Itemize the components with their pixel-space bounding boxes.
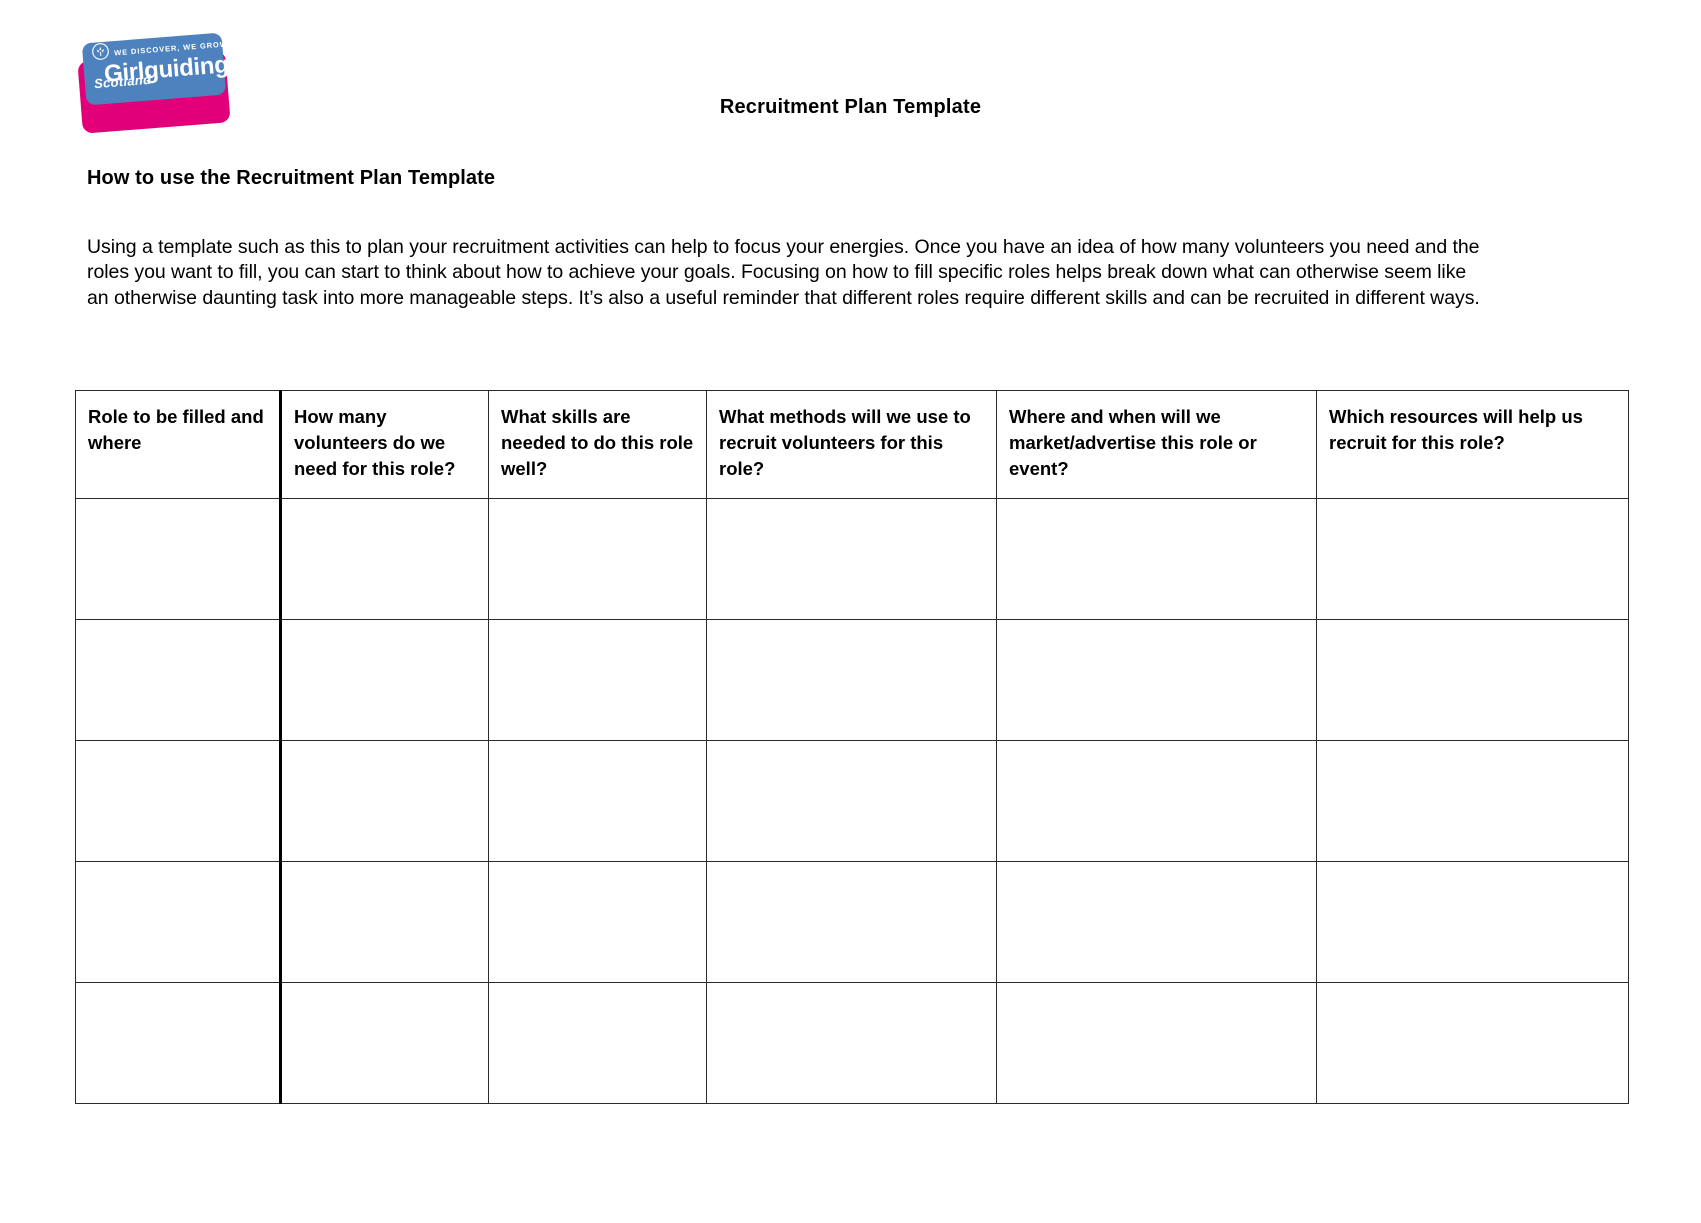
table-cell[interactable]: [280, 861, 489, 983]
table-cell[interactable]: [1316, 982, 1629, 1104]
page-title: Recruitment Plan Template: [719, 96, 982, 118]
table-cell[interactable]: [488, 740, 707, 862]
table-cell[interactable]: [488, 619, 707, 741]
table-row: [75, 619, 1629, 741]
column-header-methods: What methods will we use to recruit volu…: [706, 390, 997, 499]
table-body: [75, 498, 1629, 1104]
table-cell[interactable]: [75, 619, 282, 741]
table-cell[interactable]: [280, 619, 489, 741]
table-row: [75, 861, 1629, 983]
table-cell[interactable]: [280, 740, 489, 862]
trefoil-icon: [92, 43, 109, 60]
table-cell[interactable]: [1316, 740, 1629, 862]
table-cell[interactable]: [1316, 498, 1629, 620]
column-header-role: Role to be filled and where: [75, 390, 282, 499]
table-cell[interactable]: [1316, 619, 1629, 741]
table-cell[interactable]: [488, 861, 707, 983]
table-row: [75, 740, 1629, 862]
table-row: [75, 498, 1629, 620]
table-cell[interactable]: [280, 498, 489, 620]
recruitment-plan-table: Role to be filled and where How many vol…: [75, 390, 1629, 1104]
table-cell[interactable]: [706, 740, 997, 862]
table-cell[interactable]: [75, 498, 282, 620]
table-cell[interactable]: [706, 982, 997, 1104]
table-header-row: Role to be filled and where How many vol…: [75, 390, 1629, 499]
table-cell[interactable]: [75, 740, 282, 862]
table-cell[interactable]: [75, 982, 282, 1104]
table-cell[interactable]: [280, 982, 489, 1104]
table-cell[interactable]: [706, 619, 997, 741]
table-cell[interactable]: [996, 861, 1317, 983]
table-row: [75, 982, 1629, 1104]
column-header-skills: What skills are needed to do this role w…: [488, 390, 707, 499]
table-cell[interactable]: [488, 498, 707, 620]
girlguiding-scotland-logo: WE DISCOVER, WE GROW Girlguiding Scotlan…: [72, 30, 237, 135]
column-header-volunteer-count: How many volunteers do we need for this …: [280, 390, 489, 499]
table-cell[interactable]: [996, 619, 1317, 741]
table-cell[interactable]: [996, 498, 1317, 620]
table-cell[interactable]: [1316, 861, 1629, 983]
section-heading: How to use the Recruitment Plan Template: [87, 167, 496, 189]
column-header-market-advertise: Where and when will we market/advertise …: [996, 390, 1317, 499]
table-cell[interactable]: [996, 982, 1317, 1104]
table-cell[interactable]: [488, 982, 707, 1104]
column-header-resources: Which resources will help us recruit for…: [1316, 390, 1629, 499]
intro-paragraph: Using a template such as this to plan yo…: [87, 235, 1480, 309]
table-cell[interactable]: [706, 861, 997, 983]
table-cell[interactable]: [706, 498, 997, 620]
document-page: WE DISCOVER, WE GROW Girlguiding Scotlan…: [0, 0, 1701, 1223]
table-cell[interactable]: [996, 740, 1317, 862]
table-cell[interactable]: [75, 861, 282, 983]
recruitment-plan-table-wrapper: Role to be filled and where How many vol…: [75, 390, 1629, 1104]
